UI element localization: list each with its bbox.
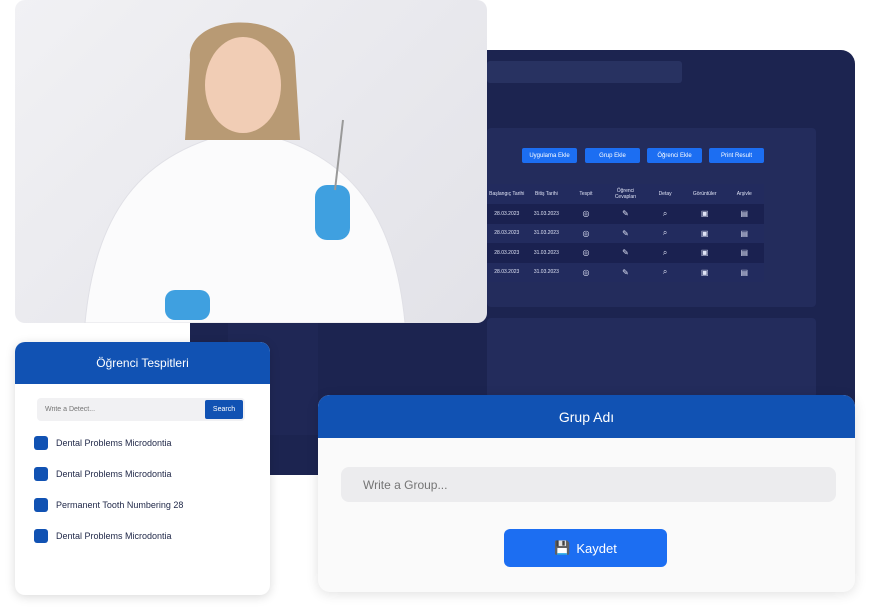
detect-item[interactable]: Dental Problems Microdontia xyxy=(34,467,172,481)
checkbox[interactable] xyxy=(34,436,48,450)
image-icon[interactable]: ▣ xyxy=(685,229,725,238)
detect-label: Dental Problems Microdontia xyxy=(56,438,172,448)
start-date: 28.03.2023 xyxy=(494,269,520,276)
search-icon[interactable]: ⌕ xyxy=(645,228,685,238)
detect-search: Search xyxy=(37,398,245,421)
col-start-date: Başlangıç Tarihi xyxy=(489,191,525,197)
archive-icon[interactable]: ▤ xyxy=(724,268,764,277)
archive-icon[interactable]: ▤ xyxy=(724,248,764,257)
add-application-button[interactable]: Uygulama Ekle xyxy=(522,148,577,163)
top-bar xyxy=(487,61,682,83)
start-date: 28.03.2023 xyxy=(494,230,520,237)
col-archive: Arşivle xyxy=(736,191,752,197)
dentist-photo xyxy=(15,0,487,323)
save-button[interactable]: 💾 Kaydet xyxy=(504,529,667,567)
edit-document-icon[interactable]: ✎ xyxy=(606,229,646,238)
end-date: 31.03.2023 xyxy=(533,269,559,276)
checkbox[interactable] xyxy=(34,498,48,512)
tooth-scan-icon[interactable]: ◎ xyxy=(566,268,606,277)
secondary-card xyxy=(487,318,816,398)
col-detail: Detay xyxy=(658,191,672,197)
end-date: 31.03.2023 xyxy=(533,230,559,237)
detect-item[interactable]: Dental Problems Microdontia xyxy=(34,436,172,450)
table-header: Başlangıç Tarihi Bitiş Tarihi Tespit Öğr… xyxy=(487,184,764,204)
tooth-scan-icon[interactable]: ◎ xyxy=(566,248,606,257)
start-date: 28.03.2023 xyxy=(494,249,520,256)
add-group-button[interactable]: Grup Ekle xyxy=(585,148,640,163)
tooth-scan-icon[interactable]: ◎ xyxy=(566,229,606,238)
save-label: Kaydet xyxy=(576,540,617,556)
image-icon[interactable]: ▣ xyxy=(685,209,725,218)
checkbox[interactable] xyxy=(34,467,48,481)
end-date: 31.03.2023 xyxy=(533,210,559,217)
image-icon[interactable]: ▣ xyxy=(685,248,725,257)
col-images: Görüntüler xyxy=(692,191,717,197)
archive-icon[interactable]: ▤ xyxy=(724,229,764,238)
tooth-scan-icon[interactable]: ◎ xyxy=(566,209,606,218)
print-result-button[interactable]: Print Result xyxy=(709,148,764,163)
col-end-date: Bitiş Tarihi xyxy=(535,191,558,197)
table-row: 28.03.2023 31.03.2023 ◎ ✎ ⌕ ▣ ▤ xyxy=(487,262,764,282)
col-detect: Tespit xyxy=(579,191,593,197)
add-student-button[interactable]: Öğrenci Ekle xyxy=(647,148,702,163)
end-date: 31.03.2023 xyxy=(533,249,559,256)
group-card: Grup Adı 💾 Kaydet xyxy=(318,395,855,592)
detect-label: Dental Problems Microdontia xyxy=(56,531,172,541)
checkbox[interactable] xyxy=(34,529,48,543)
group-title: Grup Adı xyxy=(318,395,855,438)
detect-search-input[interactable] xyxy=(37,398,197,421)
start-date: 28.03.2023 xyxy=(494,210,520,217)
image-icon[interactable]: ▣ xyxy=(685,268,725,277)
col-student-answers: Öğrenci Cevapları xyxy=(614,188,637,200)
edit-document-icon[interactable]: ✎ xyxy=(606,268,646,277)
table-row: 28.03.2023 31.03.2023 ◎ ✎ ⌕ ▣ ▤ xyxy=(487,243,764,263)
floppy-disk-icon: 💾 xyxy=(554,540,571,555)
detect-label: Permanent Tooth Numbering 28 xyxy=(56,500,184,510)
search-icon[interactable]: ⌕ xyxy=(645,209,685,219)
detects-title: Öğrenci Tespitleri xyxy=(15,342,270,384)
edit-document-icon[interactable]: ✎ xyxy=(606,209,646,218)
search-icon[interactable]: ⌕ xyxy=(645,267,685,277)
search-icon[interactable]: ⌕ xyxy=(645,248,685,258)
archive-icon[interactable]: ▤ xyxy=(724,209,764,218)
detect-item[interactable]: Dental Problems Microdontia xyxy=(34,529,172,543)
table-row: 28.03.2023 31.03.2023 ◎ ✎ ⌕ ▣ ▤ xyxy=(487,204,764,224)
applications-table: Başlangıç Tarihi Bitiş Tarihi Tespit Öğr… xyxy=(487,184,764,282)
group-name-input[interactable] xyxy=(341,467,836,502)
search-button[interactable]: Search xyxy=(205,400,243,419)
detect-item[interactable]: Permanent Tooth Numbering 28 xyxy=(34,498,183,512)
detect-label: Dental Problems Microdontia xyxy=(56,469,172,479)
edit-document-icon[interactable]: ✎ xyxy=(606,248,646,257)
table-row: 28.03.2023 31.03.2023 ◎ ✎ ⌕ ▣ ▤ xyxy=(487,223,764,243)
student-detects-card: Öğrenci Tespitleri Search Dental Problem… xyxy=(15,342,270,595)
